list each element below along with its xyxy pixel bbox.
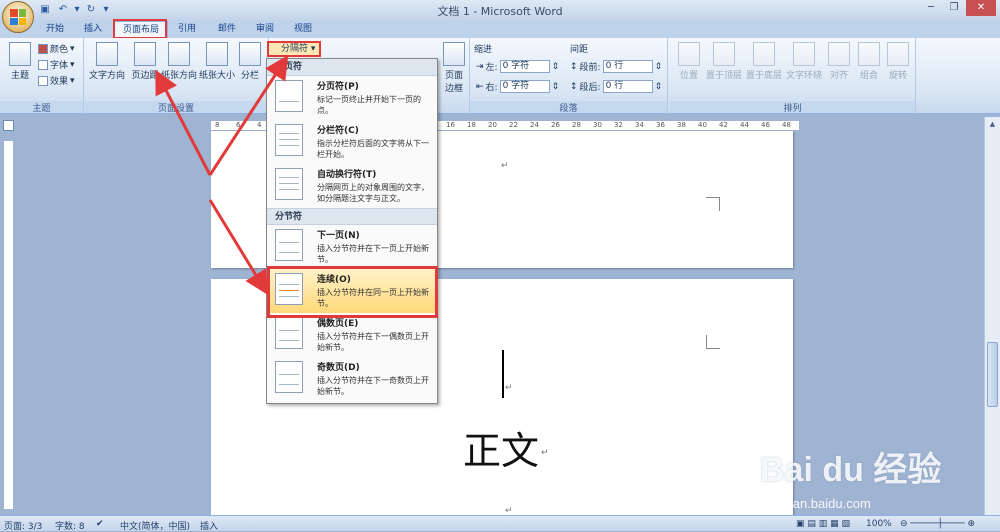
spellcheck-icon[interactable]: ✔ xyxy=(96,519,104,529)
watermark-brand: Bai du 经验 xyxy=(760,451,942,489)
baidu-watermark: Bai du 经验 jingyan.baidu.com xyxy=(760,428,990,523)
status-words[interactable]: 字数: 8 xyxy=(55,519,85,532)
status-zoom[interactable]: 100% xyxy=(866,519,892,529)
view-buttons[interactable]: ▣ ▤ ▥ ▦ ▧ xyxy=(796,519,850,529)
arrow-to-continuous xyxy=(208,199,269,296)
watermark-url: jingyan.baidu.com xyxy=(766,496,871,511)
status-bar: 页面: 3/3 字数: 8 ✔ 中文(简体，中国) 插入 ▣ ▤ ▥ ▦ ▧ 1… xyxy=(0,515,1000,532)
status-language[interactable]: 中文(简体，中国) xyxy=(120,519,190,532)
status-page[interactable]: 页面: 3/3 xyxy=(4,519,42,532)
arrow-to-tab xyxy=(155,69,212,176)
arrow-to-breaks xyxy=(208,54,289,176)
zoom-slider[interactable]: ⊖ ─────┼──── ⊕ xyxy=(900,519,975,529)
office-logo-icon xyxy=(10,9,26,25)
office-button[interactable] xyxy=(2,1,34,33)
status-mode[interactable]: 插入 xyxy=(200,519,218,532)
